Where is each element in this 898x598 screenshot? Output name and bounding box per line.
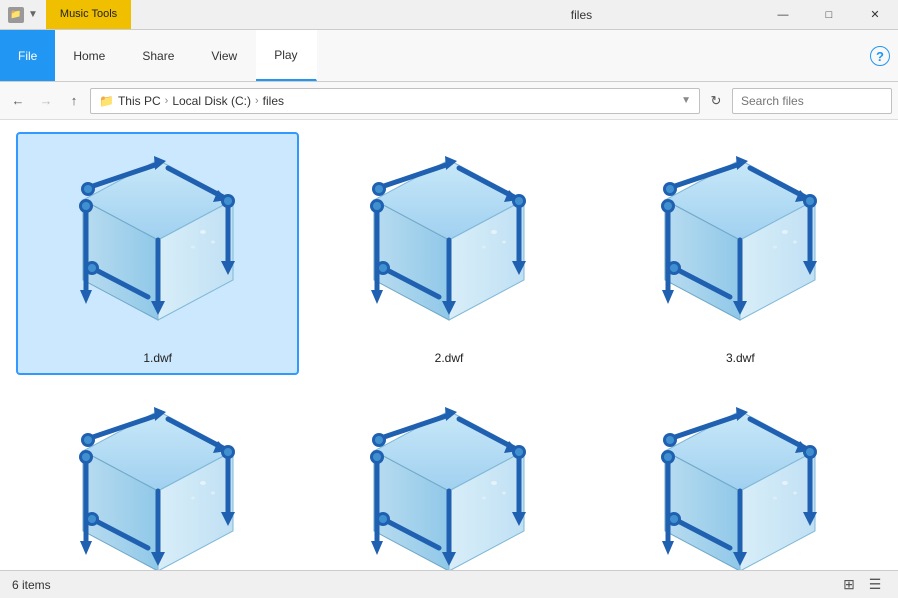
search-input[interactable]	[741, 94, 896, 108]
close-button[interactable]: ✕	[852, 0, 898, 29]
tab-file[interactable]: File	[0, 30, 55, 81]
tab-home[interactable]: Home	[55, 30, 124, 81]
path-folder-icon: 📁	[99, 94, 114, 108]
window-title: files	[403, 0, 760, 29]
file-item[interactable]: 6.dwf	[599, 383, 882, 570]
help-button[interactable]: ?	[870, 46, 890, 66]
file-icon	[640, 393, 840, 570]
window-controls: — □ ✕	[760, 0, 898, 29]
quick-access-arrow: ▼	[28, 9, 38, 20]
file-icon	[349, 393, 549, 570]
minimize-button[interactable]: —	[760, 0, 806, 29]
file-item[interactable]: 1.dwf	[16, 132, 299, 375]
up-button[interactable]: ↑	[62, 89, 86, 113]
maximize-button[interactable]: □	[806, 0, 852, 29]
file-item[interactable]: 5.dwf	[307, 383, 590, 570]
tab-play[interactable]: Play	[256, 30, 316, 81]
file-icon	[58, 142, 258, 345]
file-item[interactable]: 2.dwf	[307, 132, 590, 375]
refresh-button[interactable]: ↻	[704, 89, 728, 113]
ribbon-tab-area: Music Tools	[46, 0, 403, 29]
tab-share[interactable]: Share	[124, 30, 193, 81]
large-icons-button[interactable]: ⊞	[838, 574, 860, 596]
file-icon	[349, 142, 549, 345]
file-item[interactable]: 4.dwf	[16, 383, 299, 570]
item-count: 6 items	[12, 578, 51, 592]
path-dropdown-chevron[interactable]: ▼	[681, 95, 691, 106]
search-box[interactable]: 🔍	[732, 88, 892, 114]
title-bar: 📁 ▼ Music Tools files — □ ✕	[0, 0, 898, 30]
path-this-pc[interactable]: This PC	[118, 94, 161, 108]
file-area: 1.dwf	[0, 120, 898, 570]
music-tools-tab[interactable]: Music Tools	[46, 0, 131, 29]
file-icon	[640, 142, 840, 345]
file-label: 2.dwf	[435, 351, 464, 365]
view-icons: ⊞ ☰	[838, 574, 886, 596]
file-label: 3.dwf	[726, 351, 755, 365]
file-label: 1.dwf	[143, 351, 172, 365]
file-icon	[58, 393, 258, 570]
status-bar: 6 items ⊞ ☰	[0, 570, 898, 598]
file-item[interactable]: 3.dwf	[599, 132, 882, 375]
back-button[interactable]: ←	[6, 89, 30, 113]
address-path[interactable]: 📁 This PC › Local Disk (C:) › files ▼	[90, 88, 700, 114]
path-files[interactable]: files	[263, 94, 284, 108]
path-local-disk[interactable]: Local Disk (C:)	[172, 94, 251, 108]
list-view-button[interactable]: ☰	[864, 574, 886, 596]
address-bar: ← → ↑ 📁 This PC › Local Disk (C:) › file…	[0, 82, 898, 120]
ribbon: File Home Share View Play ?	[0, 30, 898, 82]
forward-button[interactable]: →	[34, 89, 58, 113]
title-bar-left: 📁 ▼	[0, 0, 46, 29]
window-icon: 📁	[8, 7, 24, 23]
tab-view[interactable]: View	[193, 30, 256, 81]
